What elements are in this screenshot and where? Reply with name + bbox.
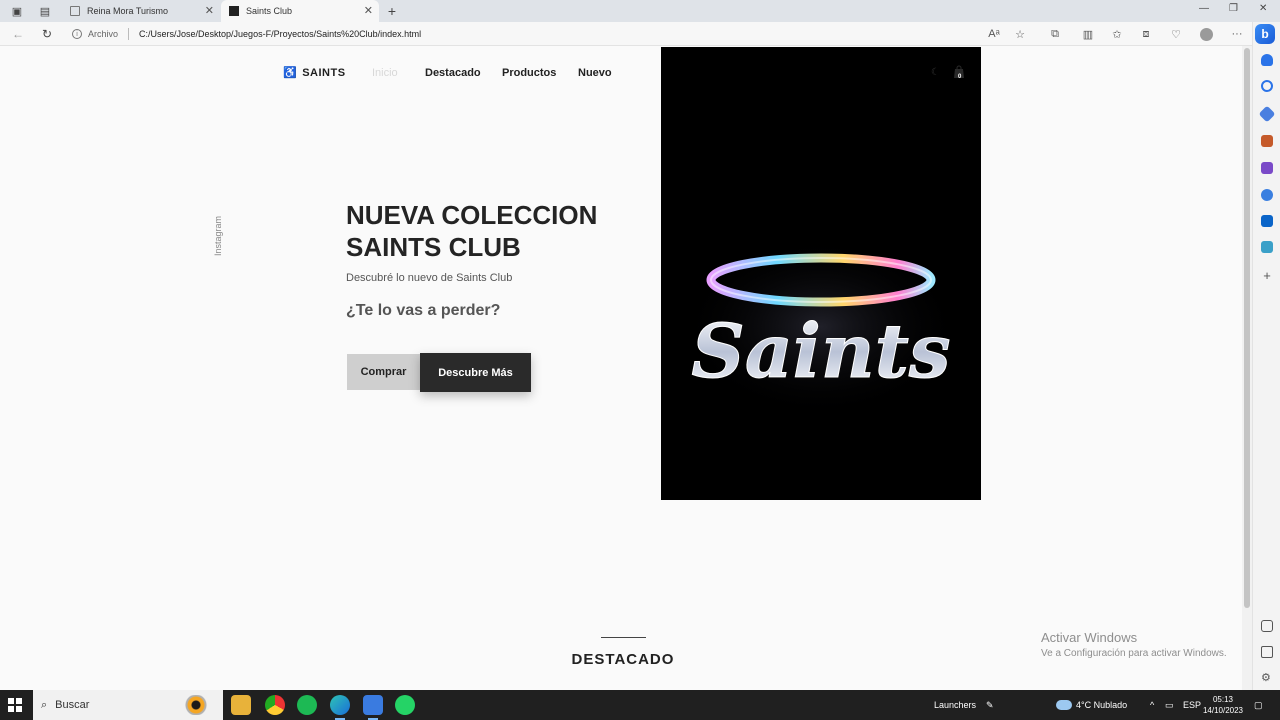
chrome-icon[interactable]: [265, 695, 285, 715]
notification-center-icon[interactable]: ▢: [1254, 690, 1263, 720]
tab-title: Saints Club: [246, 6, 293, 16]
clock-time: 05:13: [1212, 695, 1234, 704]
spotify-icon[interactable]: [297, 695, 317, 715]
language-indicator[interactable]: ESP: [1183, 690, 1201, 720]
more-menu-icon[interactable]: ···: [1229, 26, 1245, 42]
new-tab-button[interactable]: +: [384, 3, 400, 19]
close-tab-icon[interactable]: ✕: [205, 4, 214, 17]
taskbar-search[interactable]: ⌕ Buscar: [33, 690, 223, 720]
hero-title-line2: SAINTS CLUB: [346, 232, 521, 262]
watermark-line1: Activar Windows: [1041, 630, 1138, 645]
reload-icon[interactable]: ↻: [39, 26, 55, 42]
web-page: ♿ SAINTS Inicio Destacado Productos Nuev…: [3, 46, 1242, 690]
notifications-icon[interactable]: [1261, 54, 1273, 66]
collections-icon[interactable]: ⧈: [1138, 26, 1154, 42]
nav-link-inicio[interactable]: Inicio: [372, 67, 398, 79]
tab-saints-club[interactable]: Saints Club ✕: [221, 0, 379, 22]
page-icon: [70, 6, 80, 16]
search-icon: ⌕: [41, 698, 48, 711]
whatsapp-icon[interactable]: [395, 695, 415, 715]
copilot-icon[interactable]: b: [1255, 24, 1275, 44]
windows-taskbar: ⌕ Buscar Launchers ✎ 4°C Nublado ^ ▭ ESP…: [0, 690, 1280, 720]
split-screen-icon[interactable]: ▥: [1080, 26, 1096, 42]
site-logo[interactable]: ♿ SAINTS: [283, 66, 346, 80]
back-icon[interactable]: ←: [10, 26, 26, 42]
section-divider: [601, 637, 646, 638]
tab-actions-icon[interactable]: ▤: [37, 3, 53, 19]
url-text[interactable]: C:/Users/Jose/Desktop/Juegos-F/Proyectos…: [139, 29, 421, 39]
favorites-icon[interactable]: ✩: [1109, 26, 1125, 42]
show-hidden-icons[interactable]: ^: [1150, 690, 1154, 720]
search-placeholder: Buscar: [55, 699, 90, 711]
tab-title: Reina Mora Turismo: [87, 6, 169, 16]
browser-essentials-icon[interactable]: ♡: [1168, 26, 1184, 42]
instagram-link[interactable]: Instagram: [213, 216, 223, 256]
tools-icon[interactable]: [1261, 135, 1273, 147]
games-icon[interactable]: [1261, 162, 1273, 174]
file-explorer-icon[interactable]: [231, 695, 251, 715]
window-close-icon[interactable]: ✕: [1259, 3, 1267, 14]
settings-gear-icon[interactable]: ⚙: [1261, 672, 1273, 684]
file-label: Archivo: [88, 29, 119, 39]
profile-avatar-icon[interactable]: [1198, 26, 1214, 42]
logo-text: SAINTS: [302, 66, 346, 79]
send-icon[interactable]: [1261, 241, 1273, 253]
network-icon[interactable]: ▭: [1165, 690, 1174, 720]
hero-title: NUEVA COLECCION SAINTS CLUB: [346, 199, 646, 263]
scrollbar-thumb[interactable]: [1244, 48, 1250, 608]
weather-widget[interactable]: 4°C Nublado: [1056, 690, 1127, 720]
launchers-toolbar[interactable]: Launchers: [934, 690, 976, 720]
clock-date: 14/10/2023: [1202, 706, 1244, 715]
pen-icon[interactable]: ✎: [986, 690, 994, 720]
restore-icon[interactable]: ❐: [1229, 3, 1238, 14]
edge-sidebar: + ⚙: [1252, 22, 1280, 690]
accessibility-icon: ♿: [283, 67, 298, 79]
tab-reina-mora[interactable]: Reina Mora Turismo ✕: [62, 0, 220, 22]
office-icon[interactable]: [1261, 189, 1273, 201]
browser-tab-strip: ▣ ▤ Reina Mora Turismo ✕ Saints Club ✕ +…: [0, 0, 1280, 22]
descubre-mas-button[interactable]: Descubre Más: [420, 353, 531, 392]
comprar-button[interactable]: Comprar: [347, 354, 420, 390]
close-tab-icon[interactable]: ✕: [364, 4, 373, 17]
site-info[interactable]: i Archivo: [72, 29, 118, 39]
extensions-icon[interactable]: ⧉: [1047, 26, 1063, 42]
section-title-destacado: DESTACADO: [571, 651, 675, 668]
windows-activation-watermark: Activar Windows Ve a Configuración para …: [1041, 630, 1227, 659]
edge-icon[interactable]: [330, 695, 350, 720]
sidebar-panel-icon[interactable]: [1261, 620, 1273, 632]
start-button-icon[interactable]: [8, 698, 22, 712]
nav-link-destacado[interactable]: Destacado: [425, 67, 481, 79]
hero-image: ☾ 0 Saints: [661, 47, 981, 500]
read-aloud-icon[interactable]: Aᵃ: [986, 26, 1002, 42]
cloud-icon: [1056, 700, 1072, 710]
favorite-star-icon[interactable]: ☆: [1012, 26, 1028, 42]
workspaces-icon[interactable]: ▣: [9, 3, 25, 19]
weather-text: 4°C Nublado: [1076, 700, 1128, 710]
info-icon: i: [72, 29, 82, 39]
add-icon[interactable]: +: [1261, 269, 1273, 282]
remote-desktop-icon[interactable]: [363, 695, 383, 720]
hero-subtitle: Descubré lo nuevo de Saints Club: [346, 272, 513, 284]
minimize-icon[interactable]: —: [1199, 3, 1209, 14]
clock[interactable]: 05:13 14/10/2023: [1200, 694, 1246, 716]
watermark-line2: Ve a Configuración para activar Windows.: [1041, 648, 1227, 659]
shopping-icon[interactable]: [1258, 105, 1276, 123]
address-bar[interactable]: i Archivo C:/Users/Jose/Desktop/Juegos-F…: [72, 25, 1032, 43]
saints-artwork: Saints: [681, 237, 961, 417]
open-external-icon[interactable]: [1261, 646, 1273, 658]
hero-title-line1: NUEVA COLECCION: [346, 200, 598, 230]
url-divider: [128, 28, 130, 40]
search-highlight-icon: [173, 695, 219, 715]
nav-link-productos[interactable]: Productos: [502, 67, 556, 79]
outlook-icon[interactable]: [1261, 215, 1273, 227]
hero-question: ¿Te lo vas a perder?: [346, 302, 501, 319]
nav-link-nuevo[interactable]: Nuevo: [578, 67, 612, 79]
search-icon[interactable]: [1261, 80, 1273, 92]
saints-artwork-word: Saints: [691, 309, 950, 395]
saints-favicon-icon: [229, 6, 239, 16]
